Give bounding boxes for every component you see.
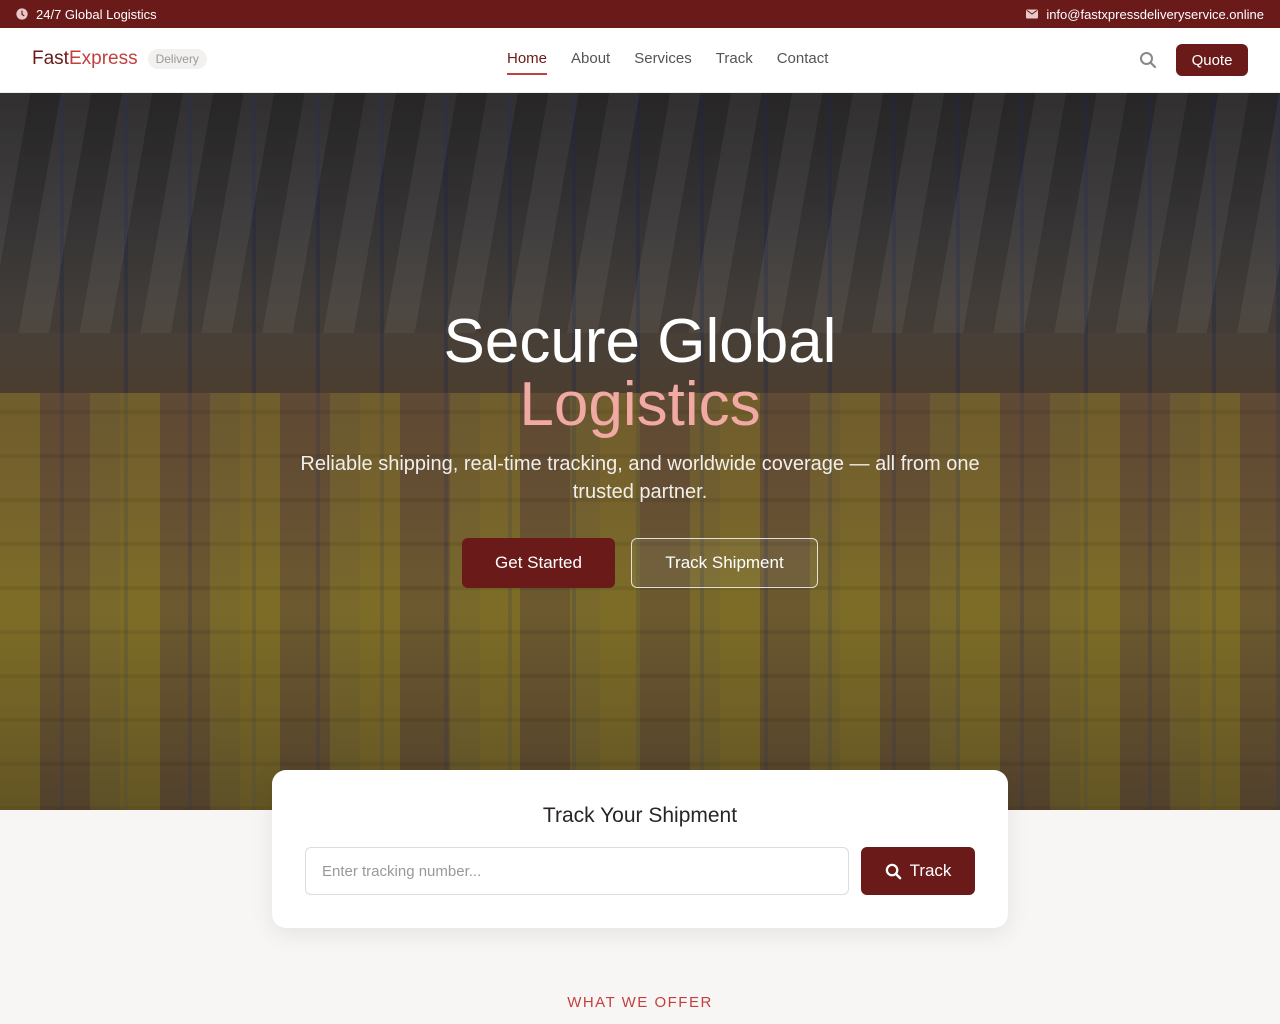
quote-button[interactable]: Quote	[1176, 44, 1248, 76]
mail-icon	[1026, 9, 1039, 19]
tracking-number-input[interactable]	[305, 847, 849, 895]
brand-logo[interactable]: FastExpress Delivery	[32, 48, 207, 70]
top-bar: 24/7 Global Logistics info@fastxpressdel…	[0, 0, 1280, 28]
track-shipment-button[interactable]: Track Shipment	[631, 538, 818, 588]
topbar-left: 24/7 Global Logistics	[16, 7, 157, 22]
track-button[interactable]: Track	[861, 847, 975, 895]
topbar-email[interactable]: info@fastxpressdeliveryservice.online	[1046, 7, 1264, 22]
brand-badge: Delivery	[147, 49, 207, 69]
nav-item-contact[interactable]: Contact	[777, 50, 829, 75]
hero-title: Secure Global	[443, 307, 837, 376]
clock-icon	[16, 8, 28, 20]
hero-section: Secure Global Logistics Reliable shippin…	[0, 93, 1280, 810]
brand-name: FastExpress	[32, 48, 138, 69]
get-started-button[interactable]: Get Started	[462, 538, 615, 588]
nav-menu: Home About Services Track Contact	[507, 50, 828, 75]
section-eyebrow: WHAT WE OFFER	[567, 994, 713, 1011]
hero-subtitle: Reliable shipping, real-time tracking, a…	[300, 453, 980, 503]
hero-background-ceiling	[0, 93, 1280, 333]
search-icon	[885, 863, 901, 879]
tracking-title: Track Your Shipment	[542, 804, 738, 827]
nav-item-services[interactable]: Services	[634, 50, 692, 75]
search-icon[interactable]	[1139, 51, 1157, 69]
nav-item-home[interactable]: Home	[507, 50, 548, 75]
main-nav: FastExpress Delivery Home About Services…	[0, 28, 1280, 93]
nav-item-track[interactable]: Track	[716, 50, 753, 75]
tracking-card: Track Your Shipment Track	[272, 770, 1008, 928]
nav-item-about[interactable]: About	[571, 50, 610, 75]
topbar-right[interactable]: info@fastxpressdeliveryservice.online	[1026, 7, 1264, 22]
hero-title-highlight: Logistics	[519, 370, 761, 439]
topbar-tagline: 24/7 Global Logistics	[36, 6, 157, 22]
track-button-label: Track	[909, 861, 952, 880]
